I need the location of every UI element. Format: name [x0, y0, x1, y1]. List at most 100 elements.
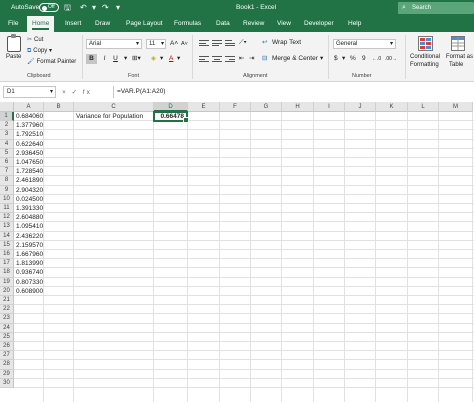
column-header-j[interactable]: J	[345, 102, 376, 112]
merge-center-button[interactable]: Merge & Center	[272, 55, 318, 63]
column-header-g[interactable]: G	[251, 102, 282, 112]
cell-a7[interactable]: 1.728540	[16, 167, 43, 176]
grow-font-button[interactable]: A˄	[170, 40, 178, 48]
worksheet-grid[interactable]: A B C D E F G H I J K L M 1 2 3 4 5 6 7 8 9 10 11 12 13 14 15 16 17 18…	[0, 102, 474, 402]
row-header-11[interactable]: 11	[0, 204, 14, 214]
fx-icon[interactable]: × ✓ fx	[62, 88, 92, 96]
row-header-10[interactable]: 10	[0, 194, 14, 204]
borders-icon[interactable]: ⊞▾	[132, 55, 141, 63]
quick-access-more-icon[interactable]: ▾	[116, 3, 120, 13]
cell-a8[interactable]: 2.461890	[16, 176, 43, 185]
wrap-text-button[interactable]: Wrap Text	[272, 39, 301, 47]
align-top-icon[interactable]	[199, 40, 209, 48]
tab-formulas[interactable]: Formulas	[169, 16, 206, 32]
cell-a9[interactable]: 2.904320	[16, 186, 43, 195]
cell-a3[interactable]: 1.792510	[16, 130, 43, 139]
tab-insert[interactable]: Insert	[60, 16, 86, 32]
undo-icon[interactable]: ↶	[80, 3, 87, 13]
conditional-formatting-label-2[interactable]: Formatting	[410, 61, 439, 69]
cell-a1[interactable]: 0.684060	[16, 112, 43, 121]
autosave-toggle[interactable]: Off	[39, 3, 59, 12]
row-header-2[interactable]: 2	[0, 121, 14, 131]
row-header-8[interactable]: 8	[0, 176, 14, 186]
row-header-7[interactable]: 7	[0, 167, 14, 177]
cell-a17[interactable]: 1.813990	[16, 259, 43, 268]
increase-decimal-icon[interactable]: ←.0	[372, 55, 381, 63]
font-color-icon[interactable]: A	[169, 55, 173, 63]
format-as-table-label-1[interactable]: Format as	[446, 53, 473, 61]
cell-a15[interactable]: 2.159570	[16, 241, 43, 250]
cut-button[interactable]: ✂ Cut	[27, 36, 43, 43]
column-header-m[interactable]: M	[439, 102, 473, 112]
cell-a5[interactable]: 2.936450	[16, 149, 43, 158]
row-header-9[interactable]: 9	[0, 185, 14, 195]
column-header-f[interactable]: F	[220, 102, 251, 112]
column-header-e[interactable]: E	[188, 102, 220, 112]
cell-a19[interactable]: 0.807330	[16, 278, 43, 287]
cell-a20[interactable]: 0.608900	[16, 287, 43, 296]
align-middle-icon[interactable]	[212, 40, 222, 48]
currency-dropdown-icon[interactable]: ▾	[342, 55, 345, 63]
column-header-k[interactable]: K	[376, 102, 408, 112]
underline-button[interactable]: U	[110, 54, 121, 64]
row-header-5[interactable]: 5	[0, 148, 14, 158]
copy-button[interactable]: ⧉ Copy ▾	[27, 47, 52, 55]
row-header-12[interactable]: 12	[0, 213, 14, 223]
tab-view[interactable]: View	[272, 16, 296, 32]
decrease-decimal-icon[interactable]: .00→	[385, 55, 397, 63]
column-header-l[interactable]: L	[408, 102, 439, 112]
decrease-indent-icon[interactable]: ⇤	[239, 55, 244, 63]
merge-dropdown-icon[interactable]: ▾	[320, 55, 323, 63]
percent-button[interactable]: %	[350, 55, 356, 63]
name-box[interactable]: D1 ▾	[3, 86, 56, 98]
cell-a13[interactable]: 1.095410	[16, 222, 43, 231]
redo-icon[interactable]: ↷	[102, 3, 109, 13]
row-header-20[interactable]: 20	[0, 286, 14, 296]
column-header-c[interactable]: C	[74, 102, 154, 112]
row-header-13[interactable]: 13	[0, 222, 14, 232]
tab-draw[interactable]: Draw	[90, 16, 115, 32]
font-color-dropdown-icon[interactable]: ▾	[177, 55, 180, 63]
cell-a4[interactable]: 0.622640	[16, 140, 43, 149]
row-header-23[interactable]: 23	[0, 314, 14, 324]
column-header-a[interactable]: A	[14, 102, 44, 112]
formula-input[interactable]: =VAR.P(A1:A20)	[113, 86, 474, 98]
select-all-corner[interactable]	[0, 102, 14, 112]
row-header-1[interactable]: 1	[0, 112, 14, 122]
fill-color-dropdown-icon[interactable]: ▾	[160, 55, 163, 63]
row-header-14[interactable]: 14	[0, 231, 14, 241]
undo-dropdown-icon[interactable]: ▾	[92, 3, 96, 13]
cell-a6[interactable]: 1.047650	[16, 158, 43, 167]
font-name-select[interactable]: Arial ▾	[86, 39, 142, 49]
number-format-select[interactable]: General ▾	[333, 39, 396, 49]
comma-button[interactable]: 9	[362, 55, 366, 63]
row-header-6[interactable]: 6	[0, 158, 14, 168]
tab-help[interactable]: Help	[343, 16, 366, 32]
cell-a12[interactable]: 2.604880	[16, 213, 43, 222]
format-painter-button[interactable]: 🖌 Format Painter	[27, 58, 76, 65]
row-header-24[interactable]: 24	[0, 323, 14, 333]
row-header-26[interactable]: 26	[0, 342, 14, 352]
save-icon[interactable]: 🖫	[64, 3, 71, 13]
row-header-22[interactable]: 22	[0, 305, 14, 315]
format-as-table-icon[interactable]	[451, 36, 465, 51]
font-size-select[interactable]: 11 ▾	[146, 39, 166, 49]
row-header-18[interactable]: 18	[0, 268, 14, 278]
align-right-icon[interactable]	[225, 56, 235, 64]
row-header-21[interactable]: 21	[0, 296, 14, 306]
row-header-16[interactable]: 16	[0, 250, 14, 260]
italic-button[interactable]: I	[99, 54, 110, 64]
cell-a2[interactable]: 1.377960	[16, 121, 43, 130]
row-header-25[interactable]: 25	[0, 332, 14, 342]
cell-d1-selected[interactable]: 0.66478	[153, 111, 189, 124]
align-left-icon[interactable]	[199, 56, 209, 64]
row-header-29[interactable]: 29	[0, 369, 14, 379]
column-header-i[interactable]: I	[314, 102, 345, 112]
currency-button[interactable]: $	[334, 55, 338, 63]
row-header-15[interactable]: 15	[0, 240, 14, 250]
tab-developer[interactable]: Developer	[299, 16, 339, 32]
row-header-3[interactable]: 3	[0, 130, 14, 140]
cell-a14[interactable]: 2.436220	[16, 232, 43, 241]
align-bottom-icon[interactable]	[225, 40, 235, 48]
orientation-icon[interactable]: ⟋▾	[239, 39, 247, 47]
